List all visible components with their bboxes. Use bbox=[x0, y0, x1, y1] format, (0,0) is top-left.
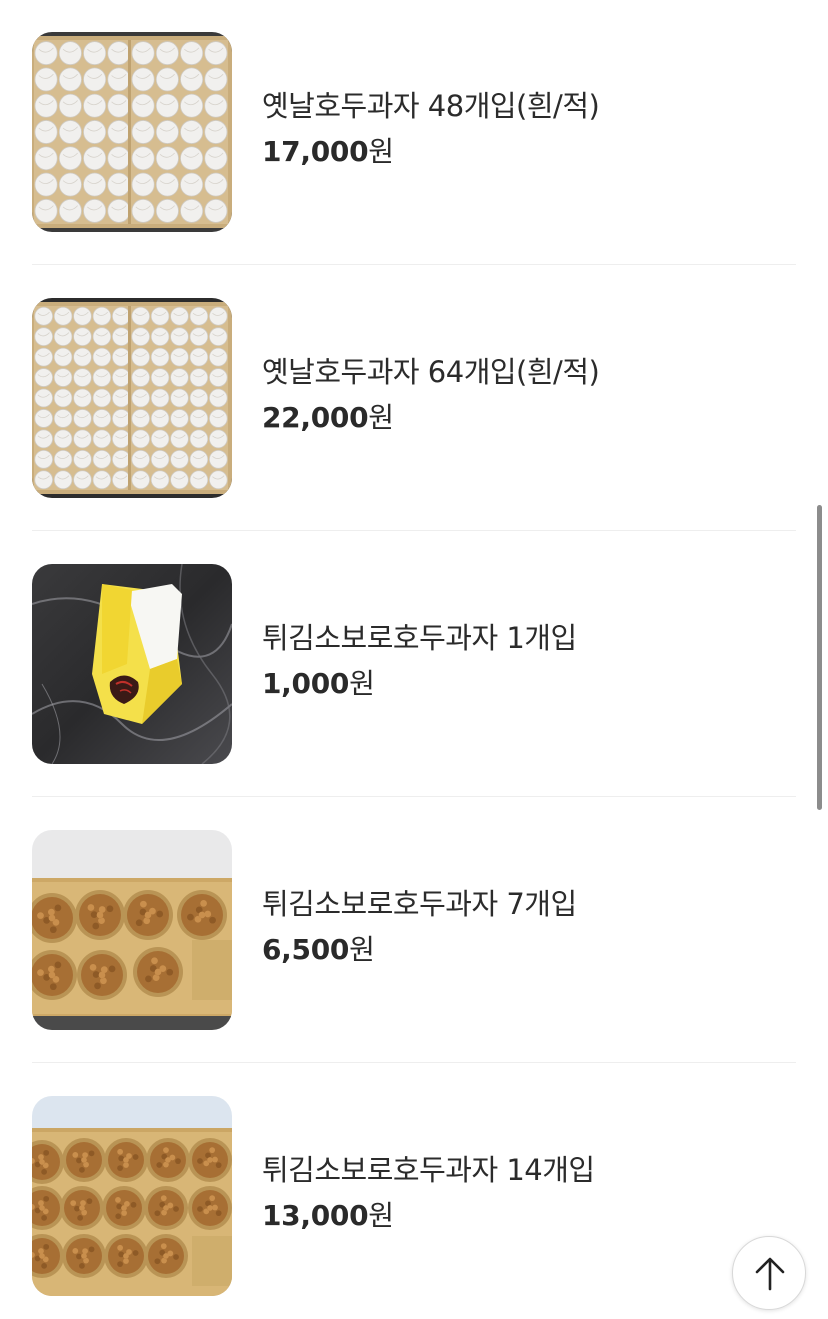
product-info: 튀김소보로호두과자 7개입 6,500원 bbox=[262, 884, 782, 968]
price-amount: 17,000 bbox=[262, 135, 369, 168]
wrapped-walnut-cakes-image bbox=[32, 298, 232, 498]
price-amount: 22,000 bbox=[262, 401, 369, 434]
wrapped-walnut-cakes-image bbox=[32, 32, 232, 232]
product-price: 17,000원 bbox=[262, 134, 782, 170]
fried-soboro-tray-image bbox=[32, 1096, 232, 1296]
scroll-to-top-button[interactable] bbox=[732, 1236, 806, 1310]
price-unit: 원 bbox=[368, 135, 394, 168]
product-thumbnail[interactable] bbox=[32, 564, 232, 764]
price-unit: 원 bbox=[368, 1199, 394, 1232]
product-name[interactable]: 옛날호두과자 48개입(흰/적) bbox=[262, 86, 782, 126]
single-wrapped-pastry-image bbox=[32, 564, 232, 764]
product-item[interactable]: 튀김소보로호두과자 1개입 1,000원 bbox=[32, 564, 796, 764]
product-thumbnail[interactable] bbox=[32, 298, 232, 498]
product-price: 1,000원 bbox=[262, 666, 782, 702]
list-divider bbox=[32, 530, 796, 531]
product-item[interactable]: 튀김소보로호두과자 14개입 13,000원 bbox=[32, 1096, 796, 1296]
product-info: 튀김소보로호두과자 14개입 13,000원 bbox=[262, 1150, 782, 1234]
arrow-up-icon bbox=[755, 1257, 785, 1291]
scrollbar[interactable] bbox=[817, 505, 822, 810]
product-thumbnail[interactable] bbox=[32, 1096, 232, 1296]
product-price: 6,500원 bbox=[262, 932, 782, 968]
product-info: 옛날호두과자 48개입(흰/적) 17,000원 bbox=[262, 86, 782, 170]
product-price: 22,000원 bbox=[262, 400, 782, 436]
product-item[interactable]: 옛날호두과자 48개입(흰/적) 17,000원 bbox=[32, 32, 796, 232]
price-unit: 원 bbox=[368, 401, 394, 434]
product-name[interactable]: 튀김소보로호두과자 14개입 bbox=[262, 1150, 782, 1190]
price-amount: 6,500 bbox=[262, 933, 350, 966]
product-thumbnail[interactable] bbox=[32, 830, 232, 1030]
product-name[interactable]: 튀김소보로호두과자 7개입 bbox=[262, 884, 782, 924]
product-thumbnail[interactable] bbox=[32, 32, 232, 232]
fried-soboro-tray-image bbox=[32, 830, 232, 1030]
product-name[interactable]: 옛날호두과자 64개입(흰/적) bbox=[262, 352, 782, 392]
price-amount: 1,000 bbox=[262, 667, 350, 700]
product-name[interactable]: 튀김소보로호두과자 1개입 bbox=[262, 618, 782, 658]
price-amount: 13,000 bbox=[262, 1199, 369, 1232]
product-item[interactable]: 옛날호두과자 64개입(흰/적) 22,000원 bbox=[32, 298, 796, 498]
product-info: 옛날호두과자 64개입(흰/적) 22,000원 bbox=[262, 352, 782, 436]
product-info: 튀김소보로호두과자 1개입 1,000원 bbox=[262, 618, 782, 702]
list-divider bbox=[32, 1062, 796, 1063]
price-unit: 원 bbox=[349, 667, 375, 700]
price-unit: 원 bbox=[349, 933, 375, 966]
list-divider bbox=[32, 264, 796, 265]
product-list-page: 옛날호두과자 48개입(흰/적) 17,000원 옛날호두과자 64개입(흰/적… bbox=[0, 0, 828, 1319]
product-item[interactable]: 튀김소보로호두과자 7개입 6,500원 bbox=[32, 830, 796, 1030]
product-price: 13,000원 bbox=[262, 1198, 782, 1234]
list-divider bbox=[32, 796, 796, 797]
